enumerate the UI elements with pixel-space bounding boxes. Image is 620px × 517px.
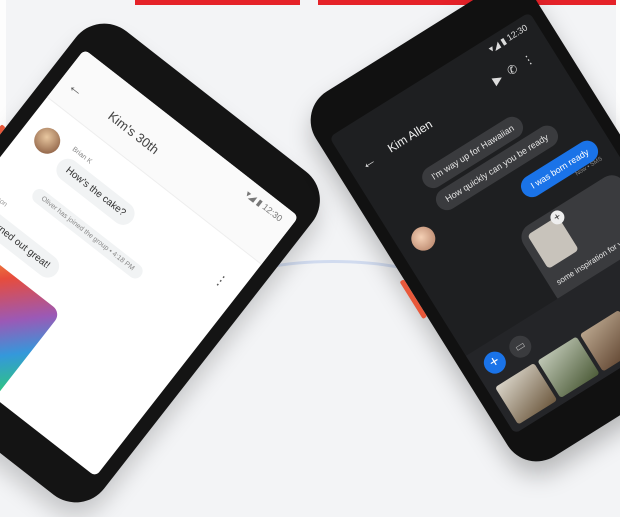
arrow-left-icon[interactable]: ← xyxy=(64,77,88,101)
message-icon[interactable]: ▭ xyxy=(505,331,536,362)
attachment-thumbnail xyxy=(527,216,579,270)
more-vert-icon[interactable]: ⋮ xyxy=(210,270,233,293)
status-bar: ▾◢ ▮ 12:30 xyxy=(243,188,285,224)
add-button[interactable]: + xyxy=(479,347,511,378)
status-bar: ▾◢ ▮ 12:30 xyxy=(486,22,530,55)
avatar[interactable] xyxy=(28,122,66,159)
conversation-title: Kim's 30th xyxy=(105,108,162,158)
arrow-left-icon[interactable]: ← xyxy=(357,151,380,175)
sender-name: Jason xyxy=(0,191,9,209)
red-banner-left xyxy=(135,0,300,5)
conversation-title: Kim Allen xyxy=(385,116,435,156)
header-actions: ▶✆⋮ xyxy=(490,46,544,87)
avatar[interactable] xyxy=(406,222,440,256)
